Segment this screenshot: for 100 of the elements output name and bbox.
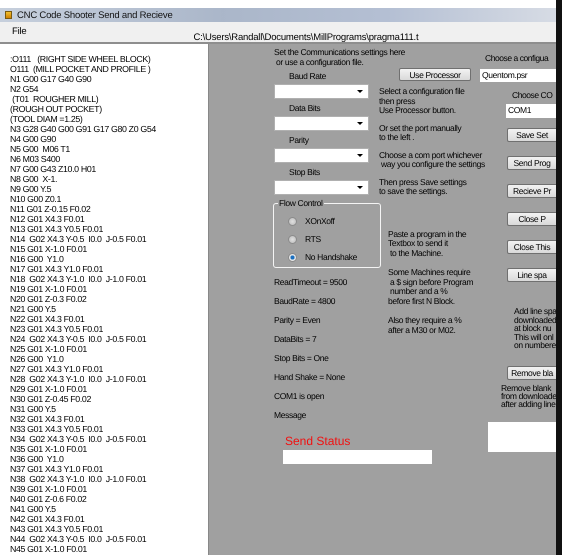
code-line: N28 G02 X4.3 Y-1.0 I0.0 J-1.0 F0.01 (10, 374, 148, 384)
field-label: Stop Bits (288, 167, 321, 177)
code-line: N4 G00 G90 (10, 134, 57, 144)
code-line: :O111 (RIGHT SIDE WHEEL BLOCK) (10, 54, 152, 64)
remove-blank-button[interactable]: Remove bla (507, 366, 556, 380)
code-line: N32 G01 X4.3 F0.01 (10, 414, 86, 424)
code-line: N36 G00 Y1.0 (10, 454, 64, 464)
caret-icon (357, 154, 363, 157)
code-line: N17 G01 X4.3 Y1.0 F0.01 (10, 264, 104, 274)
code-line: N34 G02 X4.3 Y-0.5 I0.0 J-0.5 F0.01 (10, 434, 148, 444)
code-line: N29 G01 X-1.0 F0.01 (10, 384, 88, 394)
code-line: N6 M03 S400 (10, 154, 61, 164)
port-label: Choose CO (512, 90, 552, 100)
code-line: N27 G01 X4.3 Y1.0 F0.01 (10, 364, 104, 374)
code-line: N9 G00 Y.5 (10, 184, 52, 194)
instruction-text: Or set the port manually to the left . (379, 124, 462, 142)
code-line: N25 G01 X-1.0 F0.01 (10, 344, 88, 354)
port-field[interactable]: COM1 (506, 104, 556, 118)
code-line: N7 G00 G43 Z10.0 H01 (10, 164, 97, 174)
code-line: N37 G01 X4.3 Y1.0 F0.01 (10, 464, 104, 474)
code-line: N26 G00 Y1.0 (10, 354, 64, 364)
dropdown[interactable] (274, 148, 369, 163)
code-line: N40 G01 Z-0.6 F0.02 (10, 494, 88, 504)
status-text: Parity = Even (274, 315, 322, 325)
code-line: N41 G00 Y.5 (10, 504, 57, 514)
note-text: Paste a program in the Textbox to send it to the Machine. (388, 230, 466, 258)
code-line: N16 G00 Y1.0 (10, 254, 64, 264)
action-button[interactable]: Recieve Pr (507, 184, 556, 198)
code-line: N5 G00 M06 T1 (10, 144, 71, 154)
action-button[interactable]: Send Prog (507, 156, 556, 170)
file-path: C:\Users\Randall\Documents\MillPrograms\pragma111.t (194, 31, 418, 42)
action-button[interactable]: Close P (507, 212, 556, 226)
caret-icon (357, 122, 363, 125)
action-button[interactable]: Close This (507, 240, 556, 254)
code-line: N43 G01 X4.3 Y0.5 F0.01 (10, 524, 104, 534)
send-status-label: Send Status (285, 434, 352, 448)
instruction-text: Select a configuration file then press Use Processor button. (379, 87, 465, 116)
radio-label: No Handshake (305, 252, 358, 262)
status-text: BaudRate = 4800 (274, 296, 336, 306)
config-field[interactable]: Quentom.psr (480, 69, 556, 82)
code-line: (TOOL DIAM =1.25) (10, 114, 84, 124)
radio-button[interactable] (288, 252, 297, 262)
dropdown[interactable] (274, 84, 369, 99)
code-line: N45 G01 X-1.0 F0.01 (10, 544, 88, 554)
group-title: Flow Control (278, 198, 324, 208)
code-line: N35 G01 X-1.0 F0.01 (10, 444, 88, 454)
code-line: N33 G01 X4.3 Y0.5 F0.01 (10, 424, 104, 434)
radio-button[interactable] (288, 234, 297, 244)
code-line: N15 G01 X-1.0 F0.01 (10, 244, 88, 254)
app-icon (5, 11, 12, 19)
code-line: N31 G00 Y.5 (10, 404, 57, 414)
note-text: Some Machines require a $ sign before Program number and a % before first N Block. (388, 268, 474, 306)
menu-item[interactable]: File (0, 22, 27, 42)
code-line: N23 G01 X4.3 Y0.5 F0.01 (10, 324, 104, 334)
code-line: N2 G54 (10, 84, 40, 94)
code-line: N44 G02 X4.3 Y-0.5 I0.0 J-0.5 F0.01 (10, 534, 148, 544)
code-line: N12 G01 X4.3 F0.01 (10, 214, 86, 224)
code-line: N18 G02 X4.3 Y-1.0 I0.0 J-1.0 F0.01 (10, 274, 148, 284)
code-line: N14 G02 X4.3 Y-0.5 I0.0 J-0.5 F0.01 (10, 234, 148, 244)
code-line: N10 G00 Z0.1 (10, 194, 62, 204)
field-label: Baud Rate (288, 71, 328, 81)
code-line: N11 G01 Z-0.15 F0.02 (10, 204, 92, 214)
note-text: Remove blank from downloade after adding line (501, 384, 556, 408)
code-line: N8 G00 X-1. (10, 174, 58, 184)
caret-icon (357, 186, 363, 189)
code-line: N1 G00 G17 G40 G90 (10, 74, 92, 84)
field-label: Parity (288, 135, 310, 145)
instruction-text: Then press Save settings to save the settings. (379, 178, 467, 196)
code-line: N38 G02 X4.3 Y-1.0 I0.0 J-1.0 F0.01 (10, 474, 148, 484)
caret-icon (357, 90, 363, 93)
instruction-text: Choose a com port whichever way you configure the settings (379, 150, 485, 170)
code-line: N21 G00 Y.5 (10, 304, 57, 314)
code-line: O111 (MILL POCKET AND PROFILE ) (10, 64, 152, 74)
radio-label: RTS (305, 234, 321, 244)
status-text: DataBits = 7 (274, 334, 318, 344)
action-button[interactable]: Save Set (507, 128, 556, 142)
code-line: N20 G01 Z-0.3 F0.02 (10, 294, 88, 304)
status-text: ReadTimeout = 9500 (274, 277, 348, 287)
dropdown[interactable] (274, 116, 369, 131)
code-line: N42 G01 X4.3 F0.01 (10, 514, 86, 524)
code-line: N3 G28 G40 G00 G91 G17 G80 Z0 G54 (10, 124, 157, 134)
use-processor-button[interactable]: Use Processor (399, 68, 471, 81)
note-text: Also they require a % after a M30 or M02. (388, 316, 462, 335)
status-text: Hand Shake = None (274, 372, 346, 382)
dropdown[interactable] (274, 180, 369, 195)
radio-button[interactable] (288, 216, 297, 226)
send-status-field[interactable] (283, 450, 432, 464)
code-line: N22 G01 X4.3 F0.01 (10, 314, 86, 324)
action-button[interactable]: Line spa (507, 268, 556, 282)
field-label: Data Bits (288, 103, 322, 113)
code-line: N30 G01 Z-0.45 F0.02 (10, 394, 92, 404)
code-line: N24 G02 X4.3 Y-0.5 I0.0 J-0.5 F0.01 (10, 334, 148, 344)
status-text: COM1 is open (274, 391, 326, 401)
code-line: N39 G01 X-1.0 F0.01 (10, 484, 88, 494)
message-label: Message (274, 410, 308, 420)
code-line: N13 G01 X4.3 Y0.5 F0.01 (10, 224, 104, 234)
status-text: Stop Bits = One (274, 353, 330, 363)
radio-label: XOnXoff (305, 216, 335, 226)
intro-text: Set the Communications settings here or use a configuration file. (274, 47, 406, 67)
code-line: (T01 ROUGHER MILL) (11, 94, 100, 104)
